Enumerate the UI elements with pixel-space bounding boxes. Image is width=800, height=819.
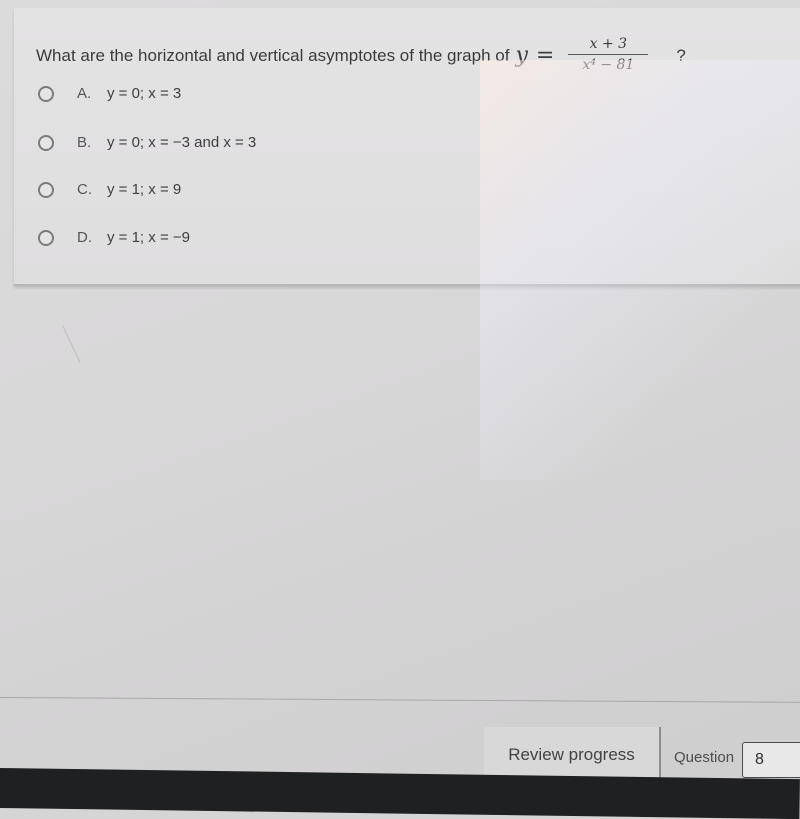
answer-option-a[interactable]: A. y = 0; x = 3 xyxy=(38,85,181,102)
screen-bezel xyxy=(0,768,800,819)
answer-option-d[interactable]: D. y = 1; x = −9 xyxy=(38,229,190,246)
option-letter: D. xyxy=(77,229,92,246)
radio-button-icon[interactable] xyxy=(38,134,54,151)
option-text: y = 0; x = 3 xyxy=(107,85,182,102)
question-prompt: What are the horizontal and vertical asy… xyxy=(36,36,686,73)
math-equals: = xyxy=(535,43,555,68)
screen-crease xyxy=(62,317,99,363)
option-letter: C. xyxy=(77,181,92,198)
option-text: y = 1; x = −9 xyxy=(107,229,190,246)
option-text: y = 0; x = −3 and x = 3 xyxy=(107,134,257,151)
question-number-label: Question xyxy=(674,749,735,766)
radio-button-icon[interactable] xyxy=(38,85,54,102)
question-text: What are the horizontal and vertical asy… xyxy=(36,45,510,65)
option-text: y = 1; x = 9 xyxy=(107,181,182,198)
fraction-denominator: x⁴ − 81 xyxy=(582,57,635,73)
option-letter: B. xyxy=(77,134,92,151)
radio-button-icon[interactable] xyxy=(38,229,54,246)
answer-option-c[interactable]: C. y = 1; x = 9 xyxy=(38,181,181,198)
review-progress-label: Review progress xyxy=(508,745,635,764)
math-fraction: x + 3 x⁴ − 81 xyxy=(568,36,649,73)
math-variable: y xyxy=(515,43,528,68)
option-letter: A. xyxy=(77,85,92,102)
footer-divider xyxy=(0,697,800,703)
fraction-numerator: x + 3 xyxy=(589,36,628,52)
answer-option-b[interactable]: B. y = 0; x = −3 and x = 3 xyxy=(38,134,256,151)
screen: What are the horizontal and vertical asy… xyxy=(0,0,800,819)
radio-button-icon[interactable] xyxy=(38,181,54,198)
question-mark: ? xyxy=(676,45,686,65)
question-number-input[interactable]: 8 xyxy=(742,742,800,778)
